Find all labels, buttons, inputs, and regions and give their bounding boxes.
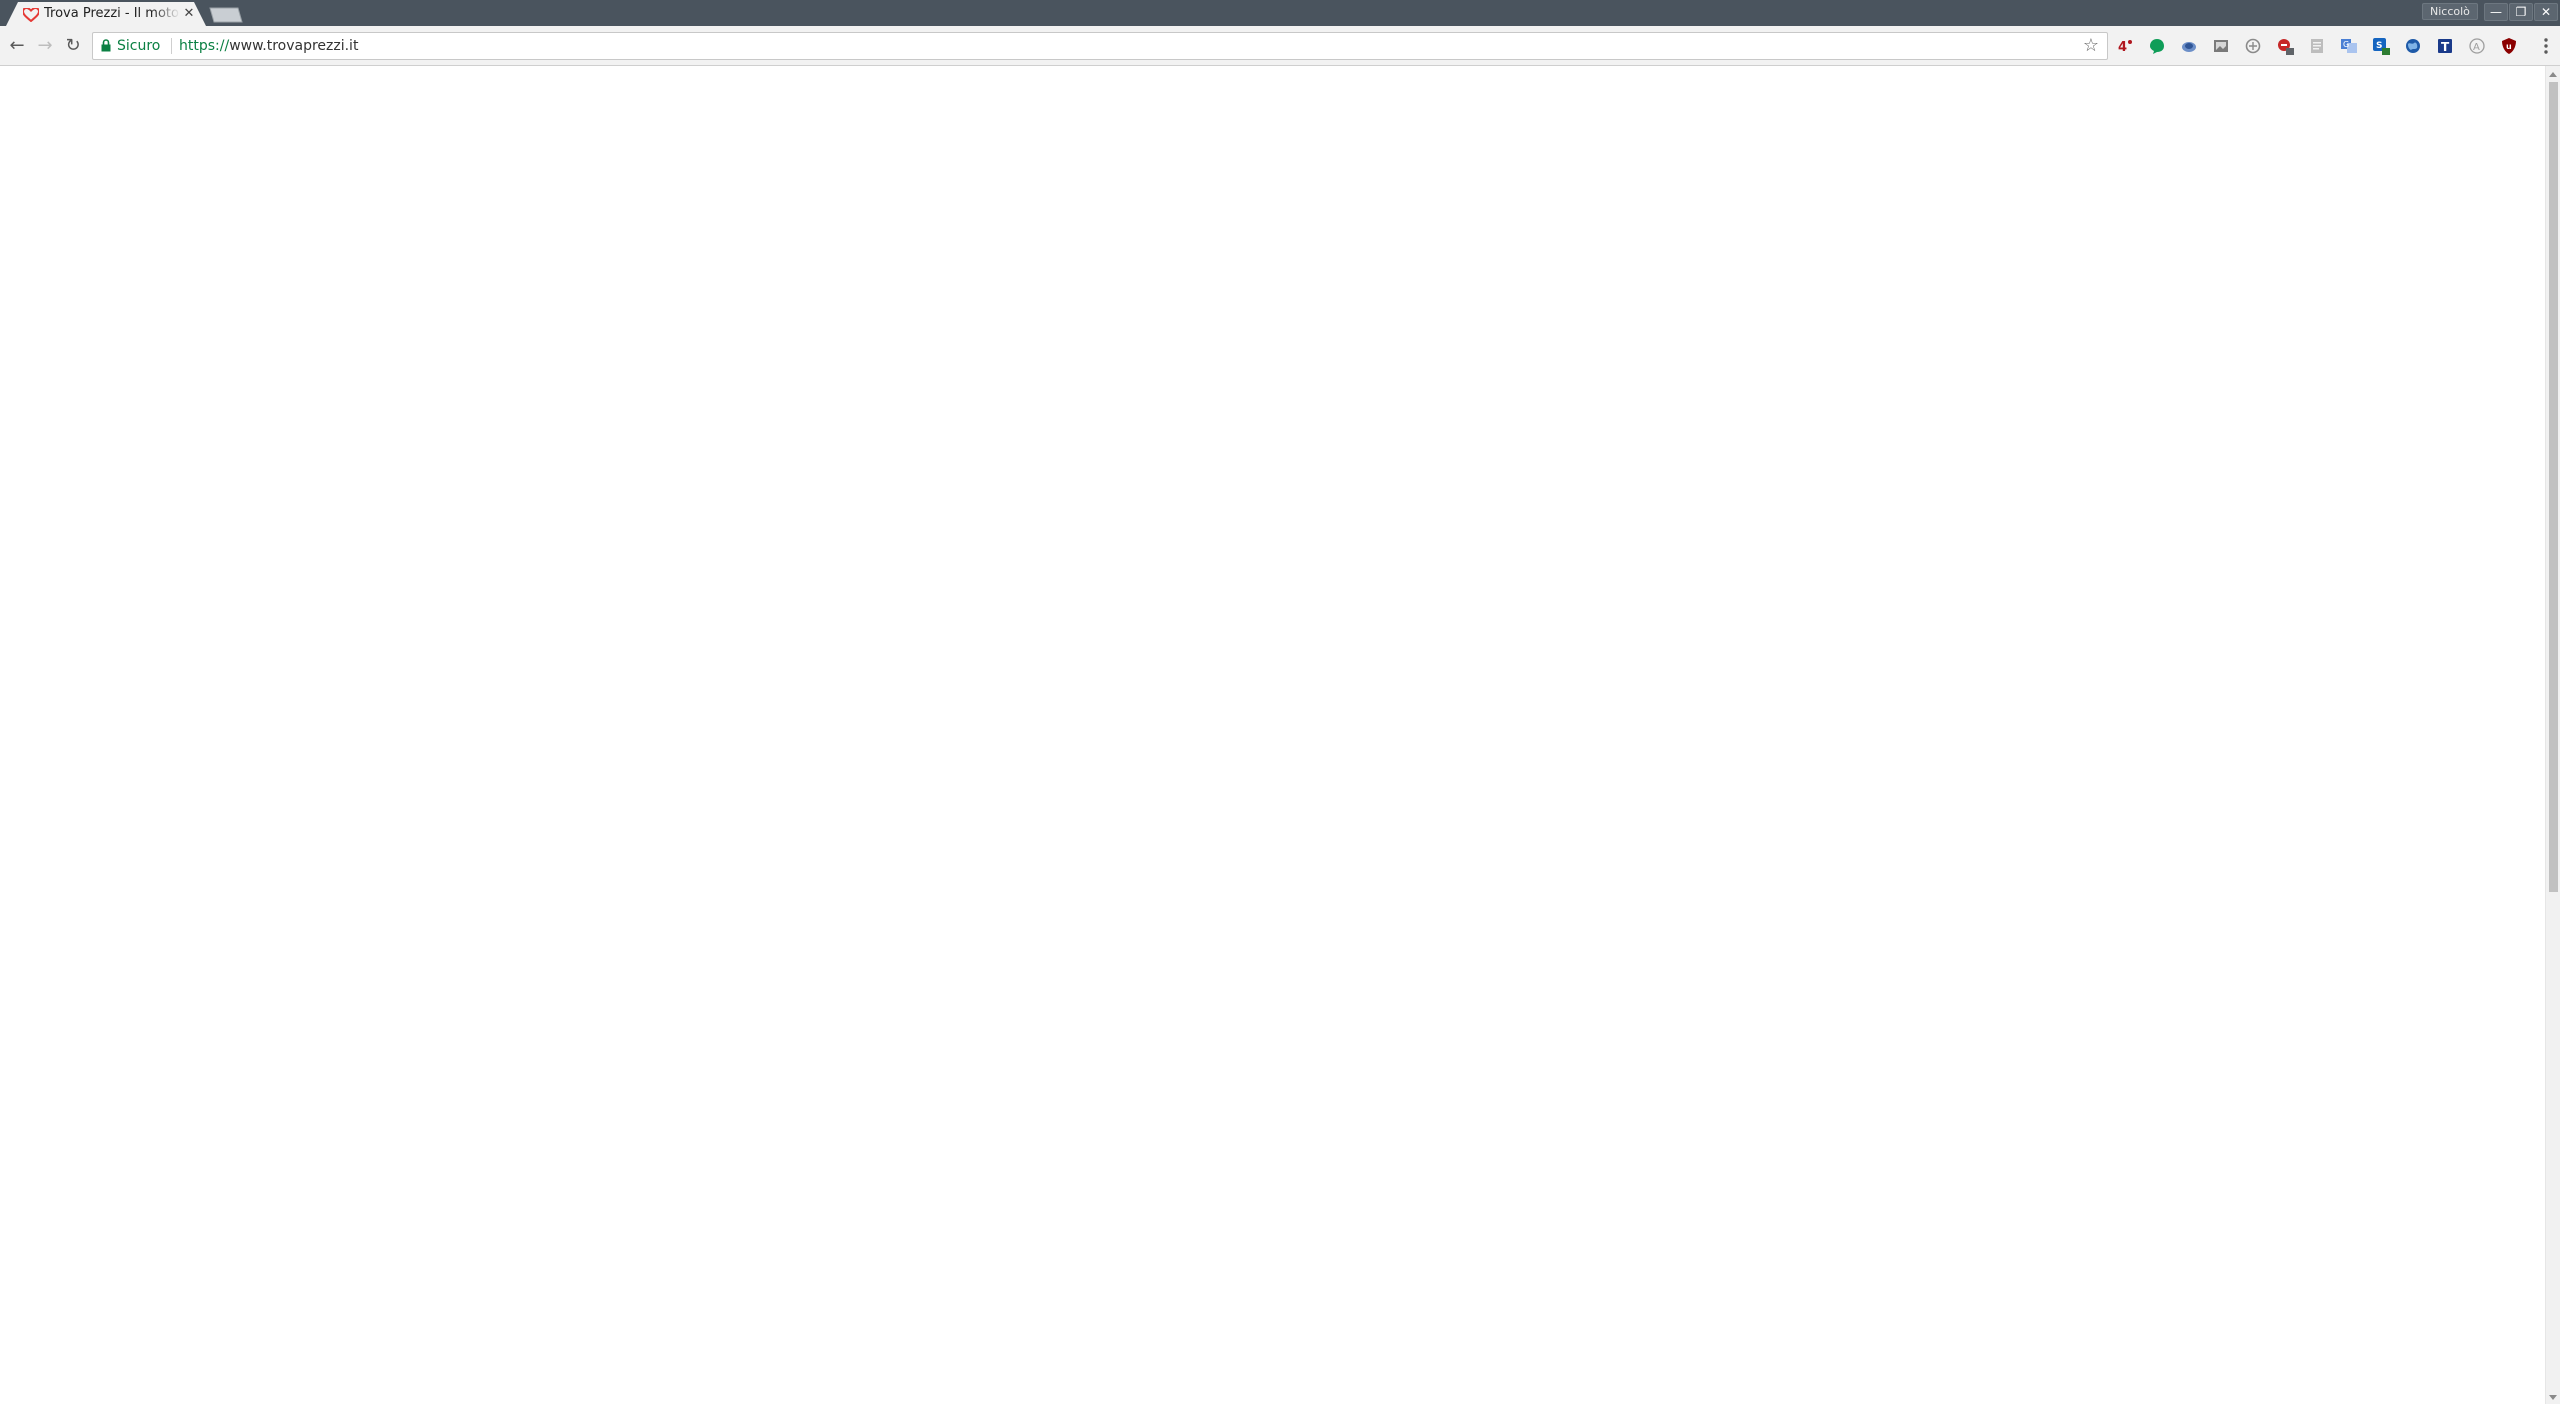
secure-label: Sicuro [117, 38, 161, 54]
reload-button[interactable]: ↻ [62, 35, 84, 57]
lock-icon [101, 39, 111, 52]
tab-active[interactable]: Trova Prezzi - Il motore di ricerca ✕ [6, 2, 206, 26]
address-bar[interactable]: Sicuro https://www.trovaprezzi.it ☆ [92, 32, 2108, 60]
omnibox-separator [171, 38, 172, 54]
vertical-scrollbar[interactable] [2545, 66, 2560, 1404]
green-bubble-ext-icon[interactable] [2148, 37, 2166, 55]
minimize-button[interactable]: — [2484, 3, 2508, 21]
ublock-ext-icon[interactable]: u [2500, 37, 2518, 55]
photo-ext-icon[interactable] [2212, 37, 2230, 55]
bookmark-star-icon[interactable]: ☆ [2081, 36, 2101, 56]
new-tab-button[interactable] [208, 7, 244, 23]
svg-text:G: G [2343, 40, 2349, 49]
trovaprezzi-heart-icon [23, 8, 39, 22]
tab-close-icon[interactable]: ✕ [182, 7, 196, 21]
scroll-down-arrow-icon[interactable] [2549, 1395, 2557, 1400]
url-scheme: https:// [179, 38, 230, 54]
url-text[interactable]: https://www.trovaprezzi.it [179, 37, 358, 55]
browser-menu-icon[interactable] [2541, 36, 2551, 56]
blue-swirl-ext-icon[interactable] [2180, 37, 2198, 55]
svg-text:u: u [2506, 42, 2512, 51]
back-button[interactable]: ← [6, 35, 28, 57]
svg-text:A: A [2473, 42, 2480, 53]
shield-badge-ext-icon[interactable] [2276, 37, 2294, 55]
close-window-button[interactable]: ✕ [2534, 3, 2558, 21]
url-host: www.trovaprezzi.it [229, 38, 359, 54]
translate-ext-icon[interactable]: G [2340, 37, 2358, 55]
tab-title: Trova Prezzi - Il motore di ricerca [44, 6, 180, 21]
doc-ext-icon[interactable] [2308, 37, 2326, 55]
profile-button[interactable]: Niccolò [2422, 3, 2478, 20]
svg-text:4: 4 [2118, 40, 2127, 55]
restore-button[interactable]: ❐ [2509, 3, 2533, 21]
svg-text:T: T [2441, 40, 2450, 54]
a-circle-ext-icon[interactable]: A [2468, 37, 2486, 55]
browser-toolbar: ← → ↻ Sicuro https://www.trovaprezzi.it … [0, 26, 2560, 66]
4-ext-icon[interactable]: 4 [2116, 37, 2134, 55]
globe-ext-icon[interactable] [2404, 37, 2422, 55]
scroll-up-arrow-icon[interactable] [2549, 72, 2557, 77]
circle-ext-icon[interactable] [2244, 37, 2262, 55]
t-ext-icon[interactable]: T [2436, 37, 2454, 55]
title-bar: Trova Prezzi - Il motore di ricerca ✕ Ni… [0, 0, 2560, 26]
svg-text:S: S [2376, 41, 2382, 51]
blue-badge-ext-icon[interactable]: S [2372, 37, 2390, 55]
scrollbar-thumb[interactable] [2549, 82, 2558, 892]
forward-button[interactable]: → [34, 35, 56, 57]
page-content [0, 66, 2545, 1404]
